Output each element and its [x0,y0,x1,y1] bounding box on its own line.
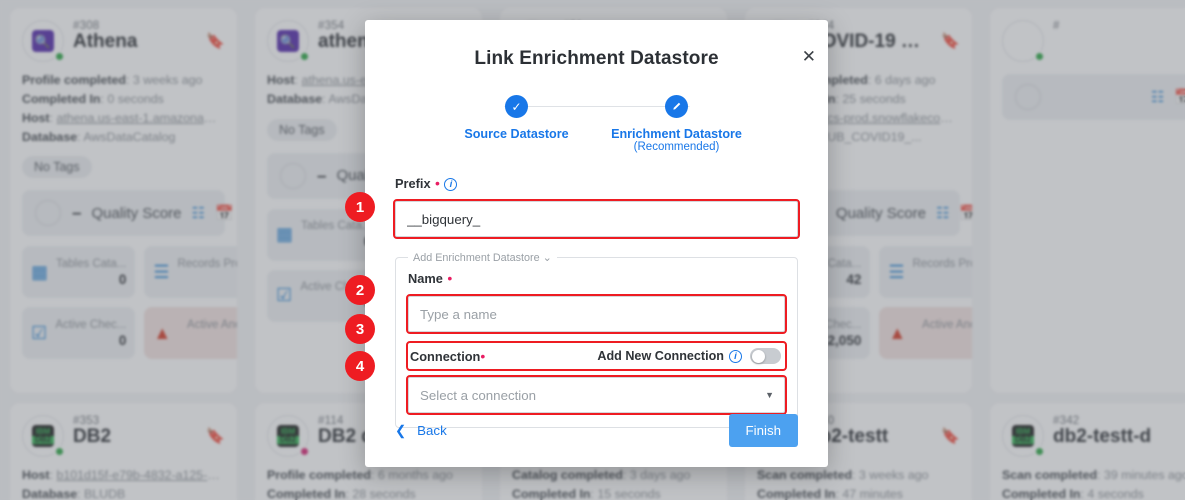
link-enrichment-datastore-modal: ✕ Link Enrichment Datastore ✓ Source Dat… [365,20,828,467]
connection-select[interactable] [406,375,787,415]
stepper-step1-label: Source Datastore [464,127,569,141]
chevron-down-icon[interactable]: ⌄ [543,252,552,264]
name-label-row: Name • [408,270,785,288]
group-legend-text: Add Enrichment Datastore [413,252,540,264]
annotation-badge-4: 4 [345,351,375,381]
prefix-field-block: Prefix • i [393,175,800,239]
chevron-left-icon: ❮ [395,422,407,438]
connection-row: Connection • Add New Connection i [406,341,787,371]
prefix-label: Prefix [395,176,431,191]
check-icon: ✓ [505,95,528,118]
prefix-input[interactable] [393,199,800,239]
add-new-connection-label: Add New Connection [597,349,724,363]
modal-footer: ❮ Back Finish [395,414,798,447]
prefix-label-row: Prefix • i [395,175,798,193]
info-icon[interactable]: i [444,178,458,191]
stepper-connector-line [504,106,689,107]
add-new-connection-toggle[interactable] [750,348,781,364]
back-button-label: Back [417,423,447,438]
stepper-step2-label: Enrichment Datastore [611,127,742,141]
back-button[interactable]: ❮ Back [395,423,447,439]
wizard-stepper: ✓ Source Datastore Enrichment Datastore … [395,95,798,153]
info-icon[interactable]: i [729,349,742,363]
pencil-icon [665,95,688,118]
close-icon[interactable]: ✕ [802,48,816,65]
prefix-required-mark: • [435,175,440,191]
stepper-step-source-datastore[interactable]: ✓ Source Datastore [437,95,597,141]
annotation-badge-1: 1 [345,192,375,222]
name-input[interactable] [406,294,787,334]
connection-label: Connection [410,348,481,364]
name-label: Name [408,271,443,286]
name-required-mark: • [447,270,453,286]
group-legend[interactable]: Add Enrichment Datastore ⌄ [408,251,557,264]
stepper-step-enrichment-datastore[interactable]: Enrichment Datastore (Recommended) [597,95,757,153]
app-root: 🔍 #308 Athena 🔖 Profile completed: 3 weeks a… [0,0,1185,500]
annotation-badge-2: 2 [345,275,375,305]
connection-select-wrap: ▼ [406,375,787,415]
finish-button[interactable]: Finish [728,414,798,447]
modal-title: Link Enrichment Datastore [474,48,719,69]
stepper-step2-sublabel: (Recommended) [633,141,720,153]
toggle-knob [751,349,765,363]
annotation-badge-3: 3 [345,314,375,344]
add-enrichment-datastore-group: Add Enrichment Datastore ⌄ Name • Connec… [395,251,798,428]
